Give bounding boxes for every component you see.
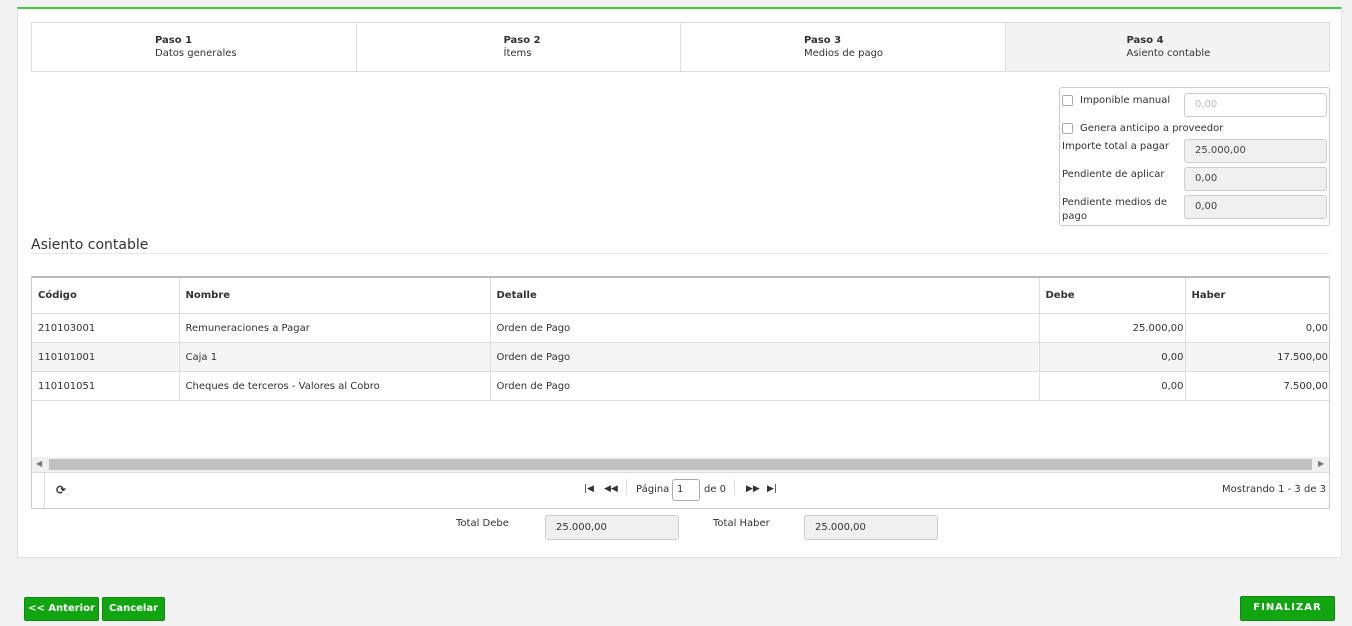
cell-detalle: Orden de Pago xyxy=(490,313,1040,343)
section-title: Asiento contable xyxy=(31,237,149,253)
total-debe-label: Total Debe xyxy=(456,518,509,529)
asiento-grid: Código Nombre Detalle Debe Haber 2101030… xyxy=(31,276,1330,509)
importe-total-field: 25.000,00 xyxy=(1184,139,1327,163)
page-number-input[interactable]: 1 xyxy=(672,479,700,501)
cell-detalle: Orden de Pago xyxy=(490,371,1040,401)
cell-codigo: 110101001 xyxy=(32,342,180,372)
cell-codigo: 110101051 xyxy=(32,371,180,401)
imponible-manual-input[interactable]: 0,00 xyxy=(1184,93,1327,117)
pendiente-aplicar-field: 0,00 xyxy=(1184,167,1327,191)
imponible-manual-checkbox[interactable] xyxy=(1062,95,1073,106)
cell-haber: 7.500,00 xyxy=(1185,371,1329,401)
cancel-button[interactable]: Cancelar xyxy=(102,597,165,621)
finish-button[interactable]: FINALIZAR xyxy=(1240,596,1335,621)
cell-debe: 0,00 xyxy=(1039,342,1186,372)
total-haber-field: 25.000,00 xyxy=(804,515,938,540)
imponible-manual-label: Imponible manual xyxy=(1080,95,1171,106)
section-divider xyxy=(31,253,1330,254)
step-title: Paso 2 xyxy=(503,35,541,46)
total-debe-field: 25.000,00 xyxy=(545,515,679,540)
cell-debe: 0,00 xyxy=(1039,371,1186,401)
imponible-manual-row: Imponible manual xyxy=(1062,95,1170,106)
column-header-detalle[interactable]: Detalle xyxy=(490,278,1040,314)
horizontal-scrollbar[interactable]: ◀ ▶ xyxy=(32,457,1329,472)
first-page-icon[interactable]: |◀ xyxy=(584,484,594,494)
anticipo-row: Genera anticipo a proveedor xyxy=(1062,123,1223,134)
step-2[interactable]: Paso 2 Ítems xyxy=(357,23,681,71)
step-subtitle: Datos generales xyxy=(155,48,237,59)
table-row[interactable]: 110101001 Caja 1 Orden de Pago 0,00 17.5… xyxy=(32,342,1329,372)
scrollbar-thumb[interactable] xyxy=(49,459,1312,470)
grid-pager: ⟳ |◀ ◀◀ Página 1 de 0 ▶▶ ▶| Mostrando 1 … xyxy=(32,472,1329,509)
table-row[interactable]: 110101051 Cheques de terceros - Valores … xyxy=(32,371,1329,401)
step-4-active[interactable]: Paso 4 Asiento contable xyxy=(1005,23,1329,71)
prev-page-icon[interactable]: ◀◀ xyxy=(604,484,618,494)
importe-total-label: Importe total a pagar xyxy=(1062,141,1169,152)
step-1[interactable]: Paso 1 Datos generales xyxy=(32,23,357,71)
column-header-codigo[interactable]: Código xyxy=(32,278,180,314)
step-subtitle: Asiento contable xyxy=(1126,48,1211,59)
step-3[interactable]: Paso 3 Medios de pago xyxy=(681,23,1006,71)
step-subtitle: Medios de pago xyxy=(804,48,884,59)
scroll-right-icon[interactable]: ▶ xyxy=(1318,459,1324,468)
table-row[interactable]: 210103001 Remuneraciones a Pagar Orden d… xyxy=(32,313,1329,343)
table-header-row: Código Nombre Detalle Debe Haber xyxy=(32,278,1329,314)
total-haber-label: Total Haber xyxy=(713,518,770,529)
cell-codigo: 210103001 xyxy=(32,313,180,343)
pager-sep xyxy=(734,479,735,495)
pager-sep xyxy=(626,479,627,495)
cell-nombre: Cheques de terceros - Valores al Cobro xyxy=(179,371,491,401)
step-title: Paso 3 xyxy=(804,35,842,46)
previous-button[interactable]: << Anterior xyxy=(24,597,99,621)
step-title: Paso 1 xyxy=(155,35,193,46)
step-title: Paso 4 xyxy=(1126,35,1164,46)
scroll-left-icon[interactable]: ◀ xyxy=(36,459,42,468)
pendiente-aplicar-label: Pendiente de aplicar xyxy=(1062,169,1165,180)
column-header-haber[interactable]: Haber xyxy=(1185,278,1329,314)
cell-haber: 0,00 xyxy=(1185,313,1329,343)
page-of-label: de 0 xyxy=(704,484,727,495)
anticipo-checkbox[interactable] xyxy=(1062,123,1073,134)
showing-count: Mostrando 1 - 3 de 3 xyxy=(1222,484,1327,495)
column-header-nombre[interactable]: Nombre xyxy=(179,278,491,314)
page-label: Página xyxy=(636,484,670,495)
column-header-debe[interactable]: Debe xyxy=(1039,278,1186,314)
wizard-panel: Paso 1 Datos generales Paso 2 Ítems Paso… xyxy=(17,7,1342,558)
last-page-icon[interactable]: ▶| xyxy=(767,484,777,494)
asiento-table: Código Nombre Detalle Debe Haber 2101030… xyxy=(32,278,1329,401)
cell-detalle: Orden de Pago xyxy=(490,342,1040,372)
refresh-icon[interactable]: ⟳ xyxy=(56,483,66,497)
cell-nombre: Remuneraciones a Pagar xyxy=(179,313,491,343)
cell-debe: 25.000,00 xyxy=(1039,313,1186,343)
pendiente-medios-label: Pendiente medios de pago xyxy=(1062,197,1168,222)
pendiente-medios-field: 0,00 xyxy=(1184,195,1327,219)
wizard-steps: Paso 1 Datos generales Paso 2 Ítems Paso… xyxy=(31,22,1330,72)
cell-nombre: Caja 1 xyxy=(179,342,491,372)
cell-haber: 17.500,00 xyxy=(1185,342,1329,372)
next-page-icon[interactable]: ▶▶ xyxy=(746,484,760,494)
payment-summary-box: Imponible manual 0,00 Genera anticipo a … xyxy=(1059,87,1330,226)
anticipo-label: Genera anticipo a proveedor xyxy=(1080,123,1224,134)
step-subtitle: Ítems xyxy=(503,48,532,59)
pager-divider xyxy=(44,473,45,509)
